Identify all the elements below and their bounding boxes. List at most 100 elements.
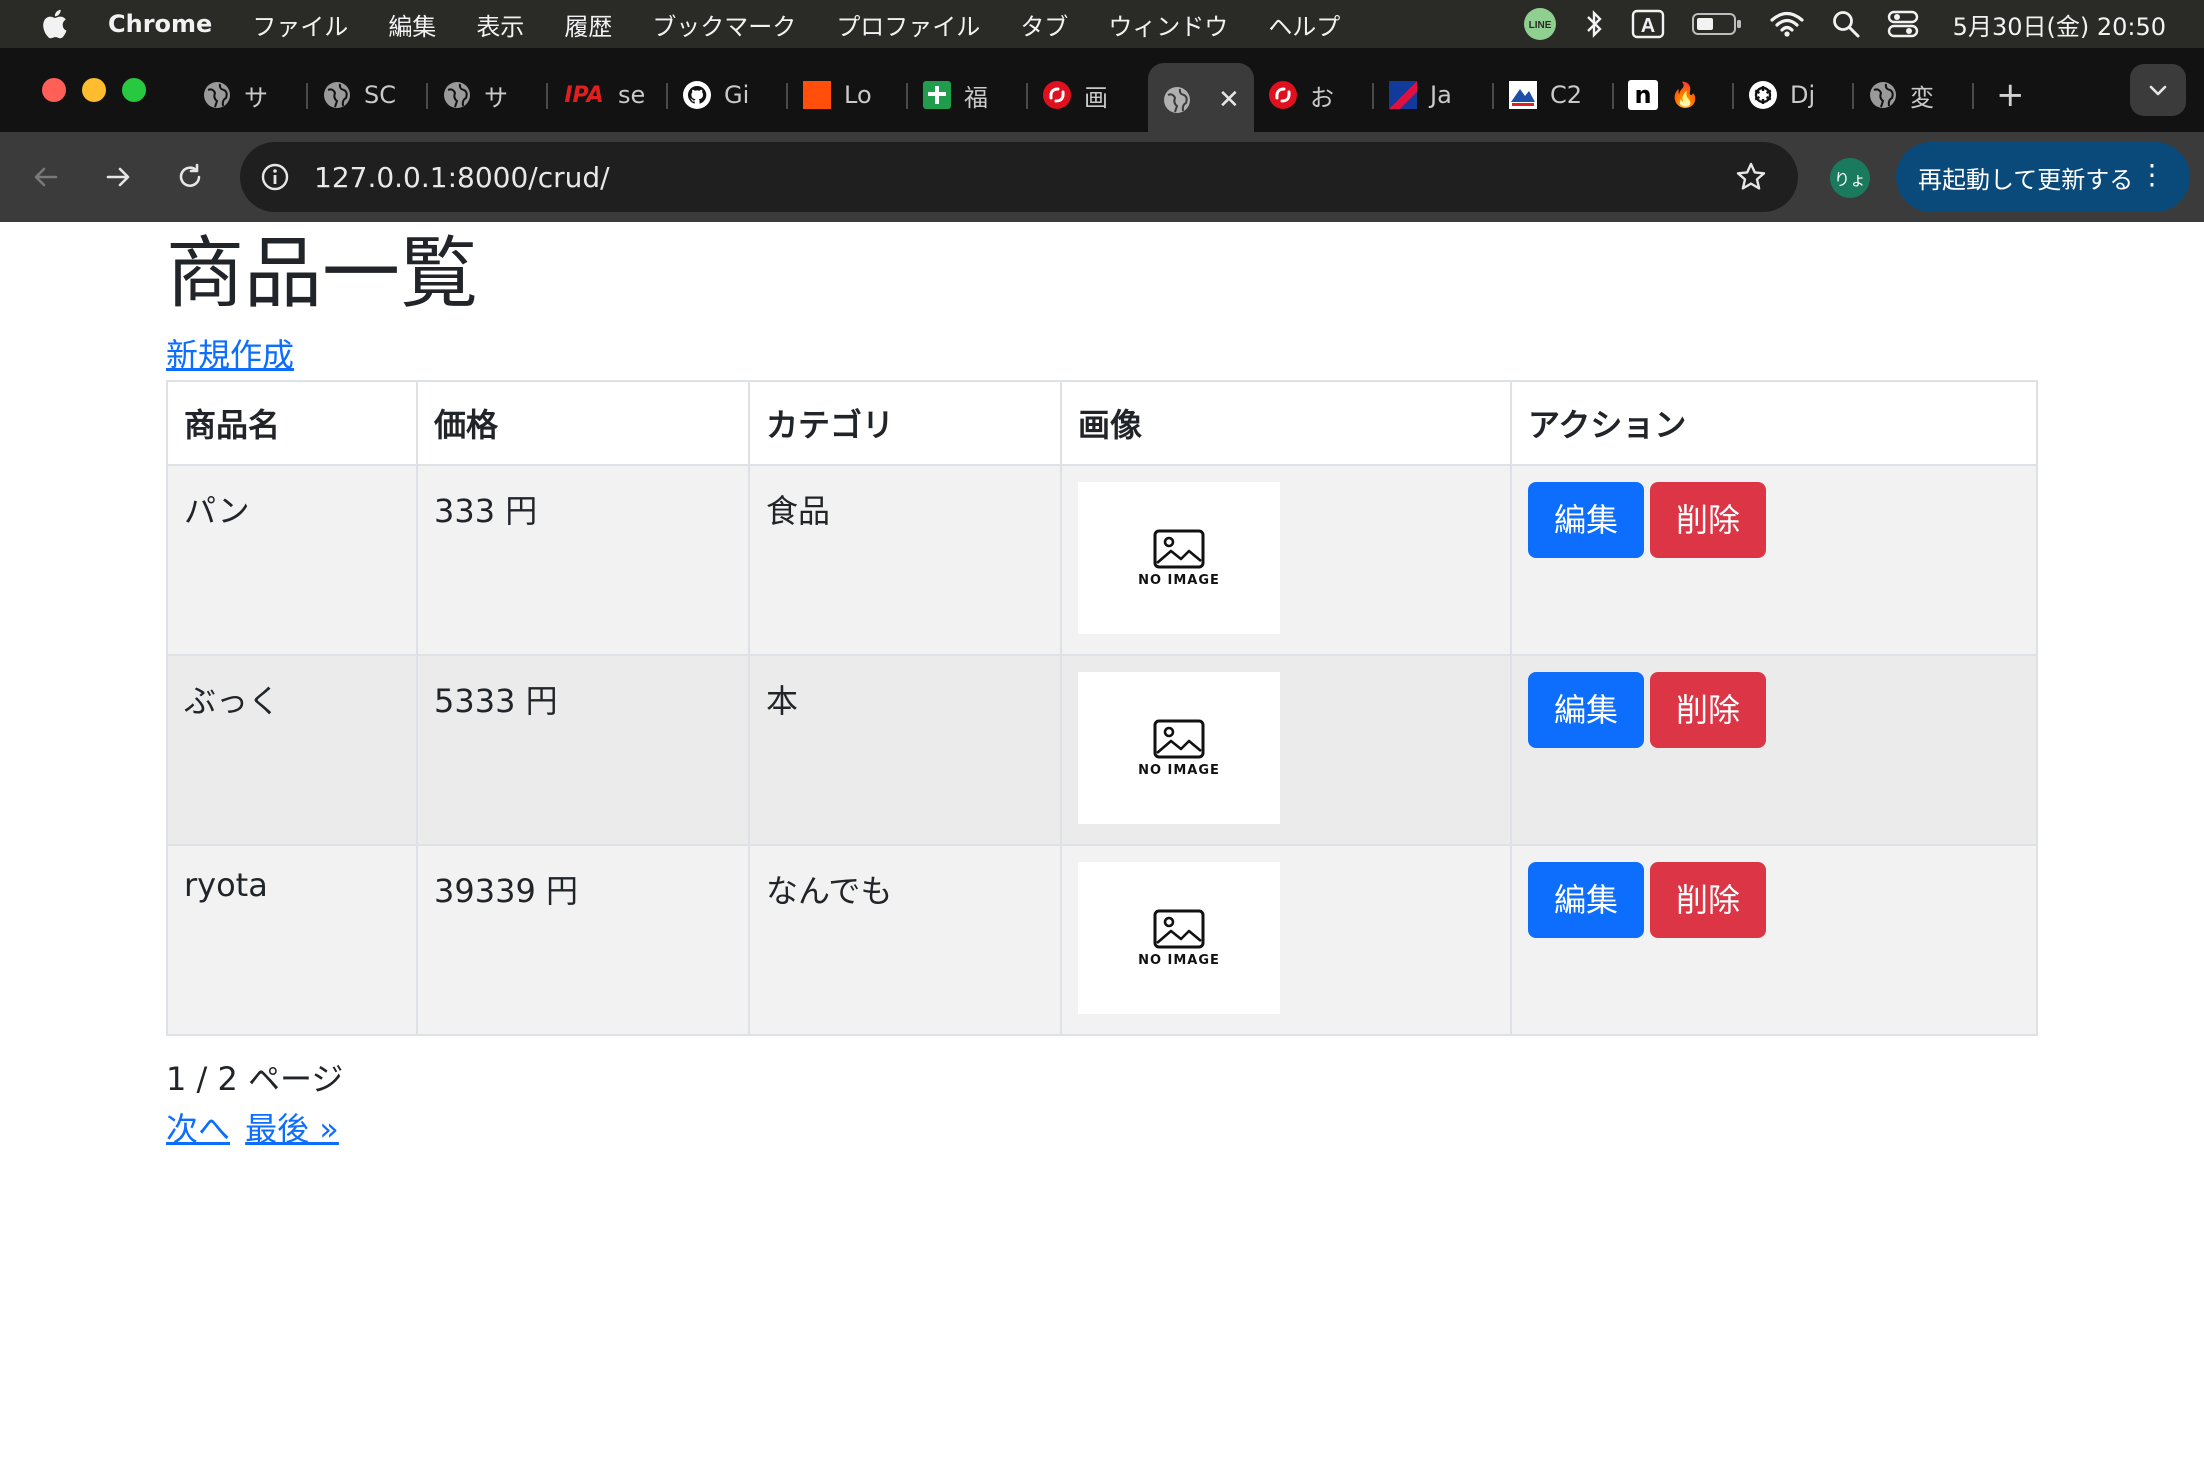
bluetooth-icon[interactable] (1583, 9, 1605, 39)
product-thumbnail: NO IMAGE (1078, 862, 1280, 1014)
back-button[interactable] (26, 157, 66, 197)
fire-icon: 🔥 (1670, 81, 1700, 109)
browser-tab[interactable]: SC (308, 63, 428, 127)
browser-tab[interactable]: Ja (1374, 63, 1494, 127)
menu-file[interactable]: ファイル (252, 7, 348, 42)
page-title: 商品一覧 (166, 229, 479, 319)
reload-icon (179, 163, 201, 187)
reload-button[interactable] (170, 157, 210, 197)
profile-avatar[interactable]: りょ (1830, 158, 1870, 198)
cell-price: 5333 円 (416, 654, 750, 846)
arrow-right-icon (106, 167, 130, 187)
product-thumbnail: NO IMAGE (1078, 482, 1280, 634)
tab-title: Ja (1430, 81, 1452, 109)
product-table: 商品名 価格 カテゴリ 画像 アクション パン 333 円 食品 NO IMAG… (166, 380, 2038, 1036)
menu-profiles[interactable]: プロファイル (836, 7, 980, 42)
new-tab-button[interactable]: + (1996, 75, 2025, 115)
menu-bar-clock[interactable]: 5月30日(金) 20:50 (1953, 7, 2166, 42)
column-header-actions: アクション (1510, 380, 2038, 466)
github-icon (682, 80, 712, 110)
tab-search-button[interactable] (2130, 64, 2186, 116)
minimize-window-button[interactable] (82, 78, 106, 102)
orange-square-icon (802, 80, 832, 110)
edit-button[interactable]: 編集 (1528, 482, 1645, 558)
wifi-icon[interactable] (1769, 10, 1805, 38)
control-center-icon[interactable] (1887, 9, 1919, 39)
relaunch-update-button[interactable]: 再起動して更新する ⋮ (1896, 142, 2190, 212)
spotlight-icon[interactable] (1831, 9, 1861, 39)
browser-tab[interactable]: Lo (788, 63, 908, 127)
menu-app-name[interactable]: Chrome (108, 10, 212, 38)
next-page-link[interactable]: 次へ (166, 1110, 230, 1148)
relaunch-update-label: 再起動して更新する (1918, 165, 2134, 194)
ipa-logo-text: IPA (564, 82, 604, 108)
cell-price: 333 円 (416, 464, 750, 656)
ipa-icon: IPA (562, 80, 606, 110)
site-info-icon[interactable] (258, 160, 292, 194)
tab-title: C2 (1550, 81, 1583, 109)
line-icon[interactable]: LINE (1523, 7, 1557, 41)
no-image-label: NO IMAGE (1138, 762, 1220, 778)
table-header-row: 商品名 価格 カテゴリ 画像 アクション (166, 380, 2038, 466)
address-bar[interactable]: 127.0.0.1:8000/crud/ (240, 142, 1798, 212)
browser-tab[interactable]: 変 (1854, 63, 1974, 127)
notion-icon: n (1628, 80, 1658, 110)
green-plus-icon (922, 80, 952, 110)
menu-edit[interactable]: 編集 (388, 7, 436, 42)
browser-tab[interactable]: Gi (668, 63, 788, 127)
edit-button[interactable]: 編集 (1528, 672, 1645, 748)
menu-help[interactable]: ヘルプ (1268, 7, 1340, 42)
close-window-button[interactable] (42, 78, 66, 102)
browser-toolbar: 127.0.0.1:8000/crud/ りょ 再起動して更新する ⋮ (0, 132, 2204, 222)
menu-tab[interactable]: タブ (1020, 7, 1068, 42)
openai-icon (1748, 80, 1778, 110)
cell-category: なんでも (748, 844, 1062, 1036)
bookmark-star-icon[interactable] (1734, 160, 1768, 194)
browser-tab[interactable]: お (1254, 63, 1374, 127)
browser-tab[interactable]: 福 (908, 63, 1028, 127)
url-text[interactable]: 127.0.0.1:8000/crud/ (314, 161, 610, 194)
tab-title: SC (364, 81, 396, 109)
image-placeholder-icon (1153, 719, 1205, 758)
edit-button[interactable]: 編集 (1528, 862, 1645, 938)
browser-tab[interactable]: サ (188, 63, 308, 127)
menu-window[interactable]: ウィンドウ (1108, 7, 1228, 42)
browser-tab[interactable]: IPA se (548, 63, 668, 127)
apple-icon[interactable] (38, 8, 70, 40)
input-source-label: A (1640, 15, 1654, 37)
delete-button[interactable]: 削除 (1650, 482, 1767, 558)
tab-title: 画 (1084, 83, 1108, 112)
zoom-window-button[interactable] (122, 78, 146, 102)
tab-title: お (1310, 83, 1334, 112)
column-header-name: 商品名 (166, 380, 418, 466)
cell-actions: 編集 削除 (1510, 844, 2038, 1036)
red-swirl-icon (1268, 80, 1298, 110)
close-tab-icon[interactable]: ✕ (1218, 85, 1240, 115)
menu-history[interactable]: 履歴 (564, 7, 612, 42)
browser-tab[interactable]: C2 (1494, 63, 1614, 127)
line-label: LINE (1528, 20, 1551, 31)
browser-tab[interactable]: Dj (1734, 63, 1854, 127)
table-row: パン 333 円 食品 NO IMAGE 編集 削除 (166, 464, 2038, 656)
browser-tab[interactable]: n 🔥 (1614, 63, 1734, 127)
delete-button[interactable]: 削除 (1650, 862, 1767, 938)
create-new-link[interactable]: 新規作成 (166, 330, 294, 376)
menu-bookmarks[interactable]: ブックマーク (652, 7, 796, 42)
product-thumbnail: NO IMAGE (1078, 672, 1280, 824)
browser-tab[interactable]: サ (428, 63, 548, 127)
input-source-icon[interactable]: A (1631, 9, 1665, 39)
tab-title: Lo (844, 81, 872, 109)
last-page-link[interactable]: 最後 » (245, 1110, 339, 1148)
image-placeholder-icon (1153, 909, 1205, 948)
menu-view[interactable]: 表示 (476, 7, 524, 42)
browser-tab-active[interactable]: ✕ (1148, 63, 1254, 137)
cell-actions: 編集 削除 (1510, 464, 2038, 656)
browser-tab[interactable]: 画 (1028, 63, 1148, 127)
delete-button[interactable]: 削除 (1650, 672, 1767, 748)
forward-button[interactable] (98, 157, 138, 197)
cell-image: NO IMAGE (1060, 464, 1512, 656)
battery-icon[interactable] (1691, 11, 1743, 37)
more-menu-icon[interactable]: ⋮ (2138, 160, 2166, 190)
table-row: ぶっく 5333 円 本 NO IMAGE 編集 削除 (166, 654, 2038, 846)
globe-icon (1868, 80, 1898, 110)
